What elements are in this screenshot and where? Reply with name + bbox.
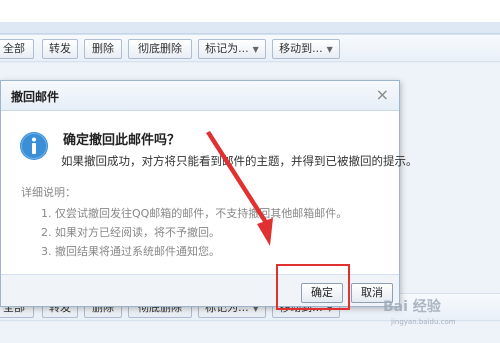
chevron-down-icon: ▼ bbox=[326, 45, 333, 54]
toolbar-permanent-delete-button[interactable]: 彻底删除 bbox=[128, 39, 192, 59]
watermark-url: jingyan.baidu.com bbox=[391, 318, 456, 326]
detail-item: 2. 如果对方已经阅读，将不予撤回。 bbox=[41, 226, 220, 239]
close-icon[interactable]: × bbox=[376, 86, 389, 104]
mail-toolbar-top: 全部 转发 删除 彻底删除 标记为... ▼ 移动到... ▼ bbox=[0, 34, 500, 62]
dialog-title: 撤回邮件 bbox=[11, 90, 60, 104]
detail-item: 3. 撤回结果将通过系统邮件通知您。 bbox=[41, 245, 220, 258]
info-icon bbox=[20, 132, 48, 160]
detail-item: 1. 仅尝试撤回发往QQ邮箱的邮件，不支持撤回其他邮箱邮件。 bbox=[41, 207, 348, 220]
highlight-box bbox=[276, 264, 350, 310]
chevron-down-icon: ▼ bbox=[252, 45, 259, 54]
toolbar-delete-button[interactable]: 删除 bbox=[84, 39, 122, 59]
page-top-band bbox=[0, 0, 500, 22]
toolbar-all-button[interactable]: 全部 bbox=[0, 39, 34, 59]
dialog-header: 撤回邮件 × bbox=[1, 81, 399, 111]
confirm-question: 确定撤回此邮件吗？ bbox=[63, 133, 181, 148]
toolbar-move-to-dropdown[interactable]: 移动到... ▼ bbox=[272, 39, 340, 59]
toolbar-forward-button[interactable]: 转发 bbox=[42, 39, 78, 59]
toolbar-mark-as-dropdown[interactable]: 标记为... ▼ bbox=[198, 39, 266, 59]
watermark-logo: Bai 经验 bbox=[383, 299, 441, 315]
page-header-strip bbox=[0, 22, 500, 34]
details-heading: 详细说明： bbox=[21, 186, 76, 199]
recall-description: 如果撤回成功，对方将只能看到邮件的主题，并得到已被撤回的提示。 bbox=[61, 154, 418, 168]
